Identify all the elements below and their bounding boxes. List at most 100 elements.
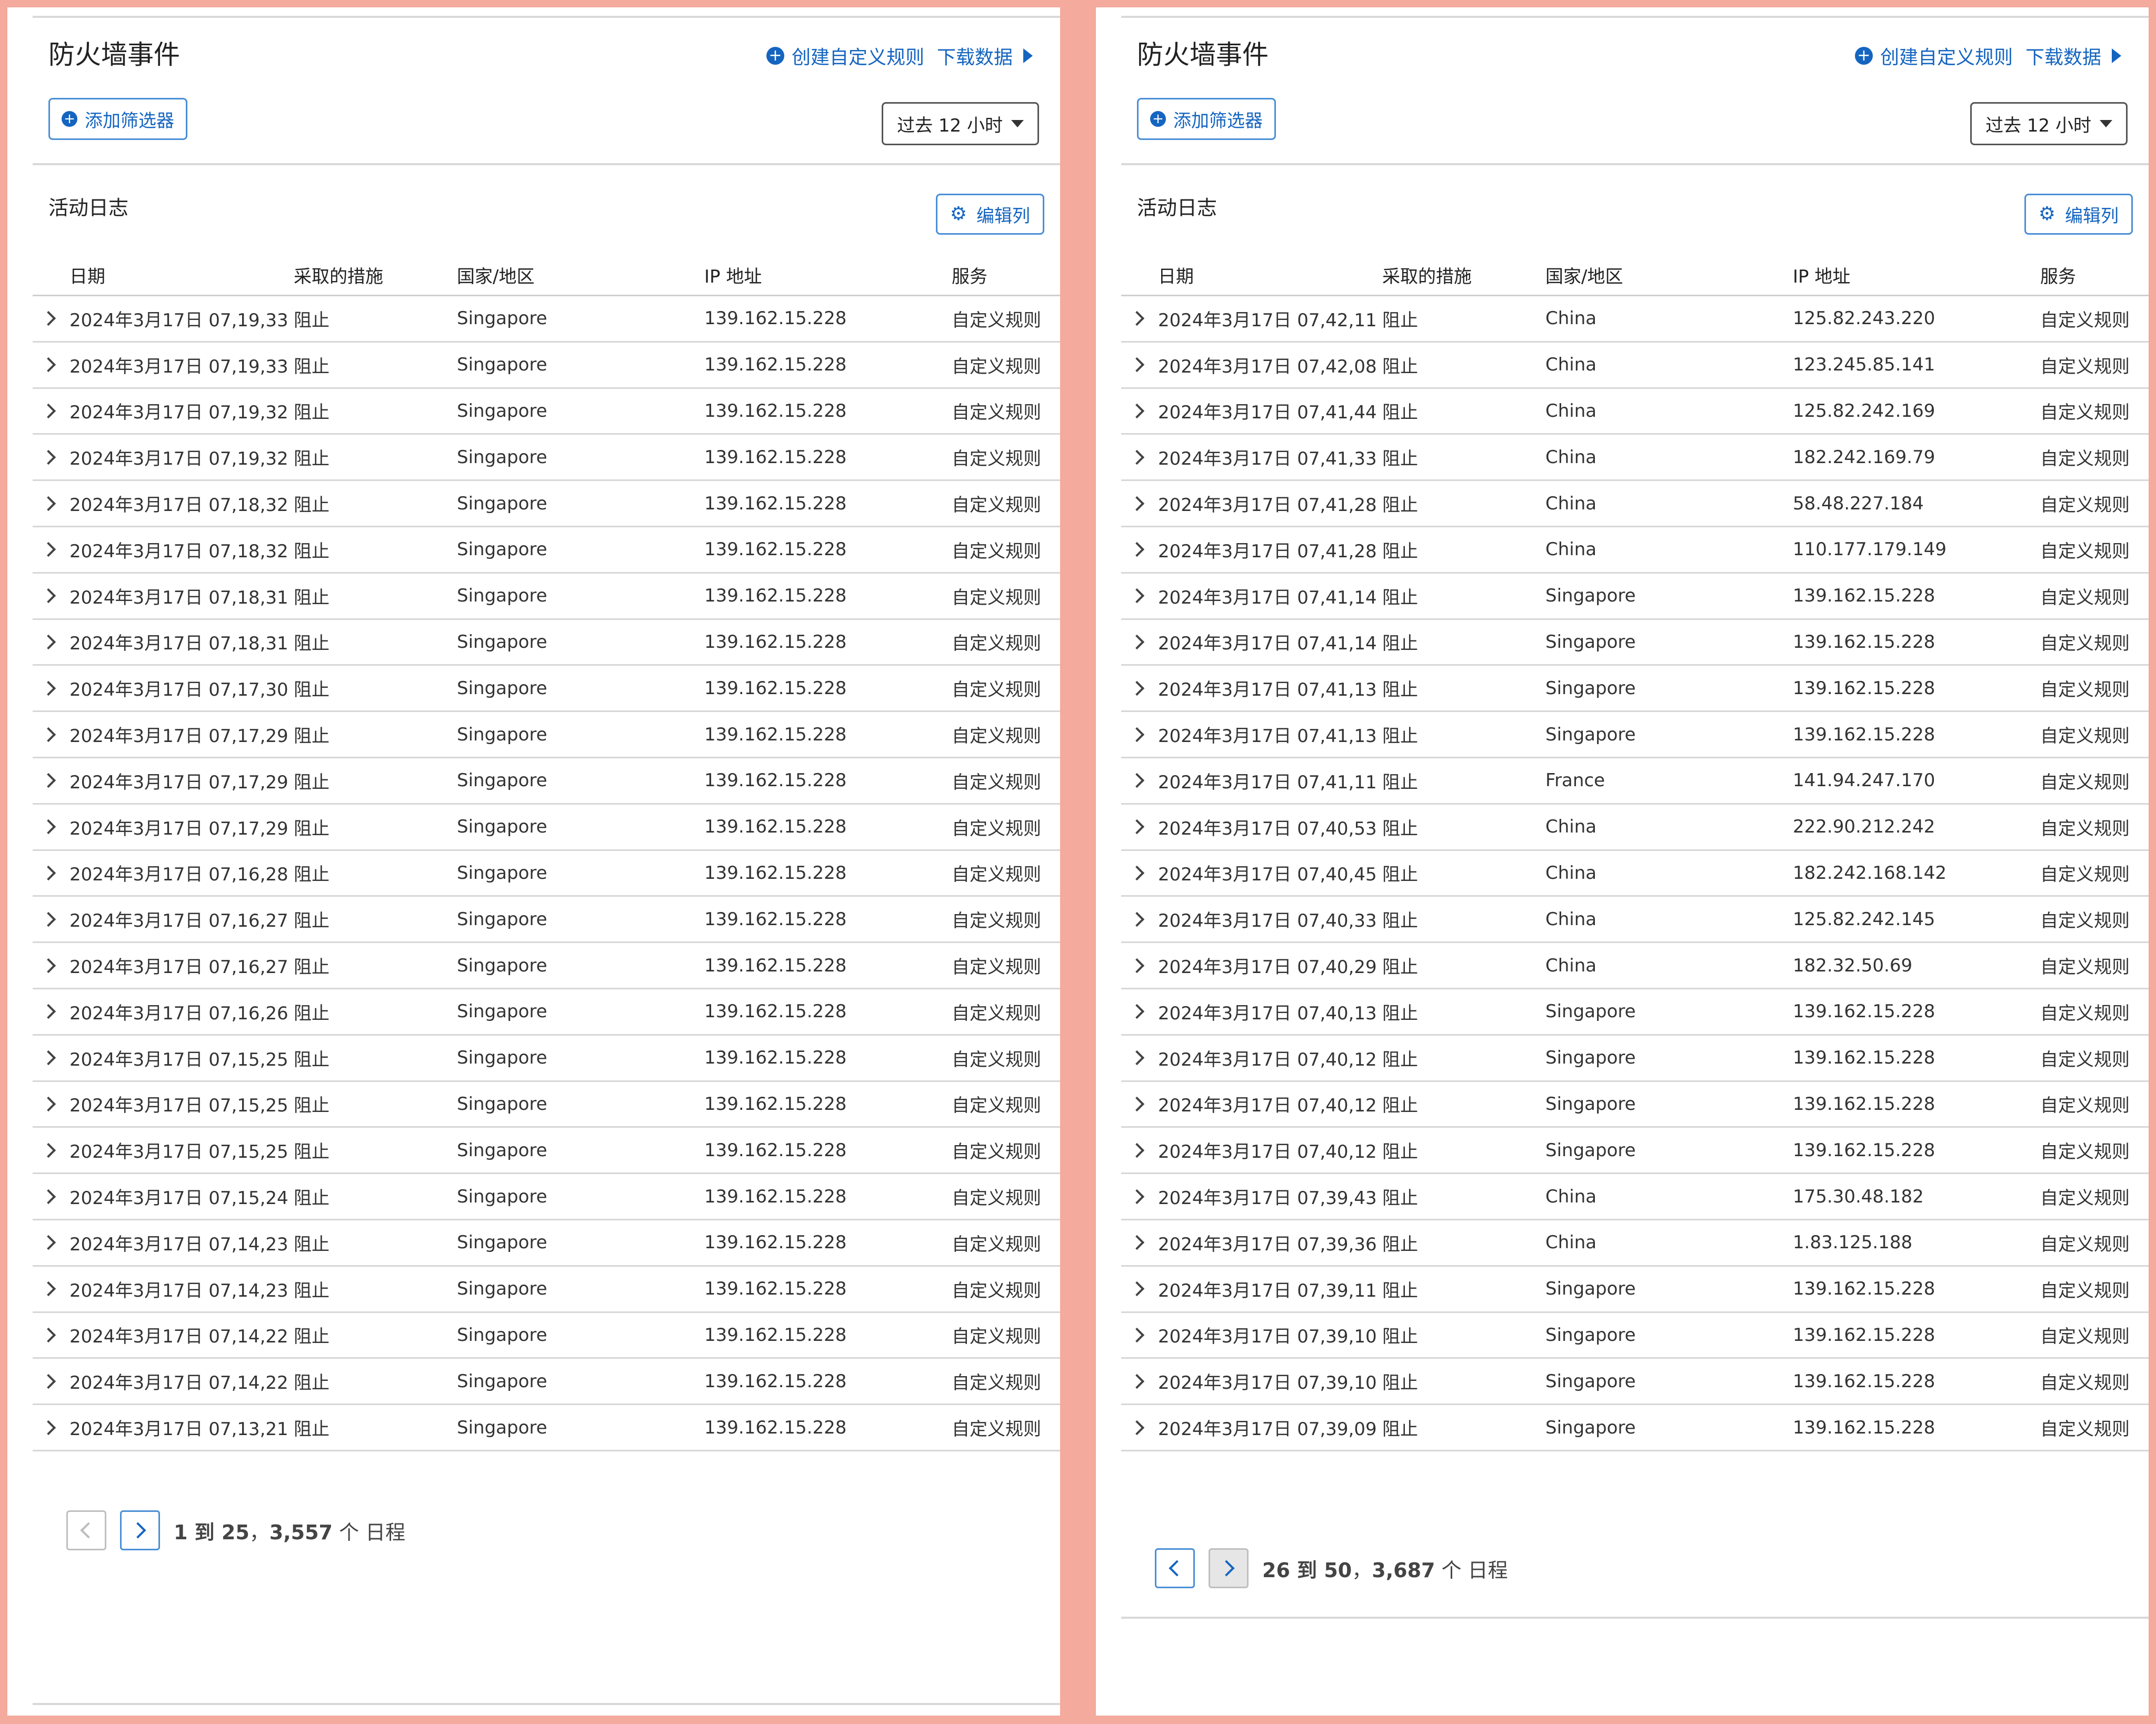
expand-row-toggle[interactable] xyxy=(1121,958,1153,973)
expand-row-toggle[interactable] xyxy=(33,819,64,835)
column-header-country[interactable]: 国家/地区 xyxy=(1545,262,1793,288)
table-row[interactable]: 2024年3月17日 07,19,33 阻止 Singapore 139.162.15… xyxy=(33,343,1060,389)
table-row[interactable]: 2024年3月17日 07,15,25 阻止 Singapore 139.162.15… xyxy=(33,1036,1060,1082)
expand-row-toggle[interactable] xyxy=(33,773,64,788)
column-header-action[interactable]: 采取的措施 xyxy=(1382,262,1545,288)
expand-row-toggle[interactable] xyxy=(33,958,64,973)
table-row[interactable]: 2024年3月17日 07,41,44 阻止 China 125.82.242.169… xyxy=(1121,389,2149,435)
expand-row-toggle[interactable] xyxy=(1121,311,1153,326)
table-row[interactable]: 2024年3月17日 07,17,29 阻止 Singapore 139.162.15… xyxy=(33,712,1060,758)
expand-row-toggle[interactable] xyxy=(1121,1142,1153,1158)
table-row[interactable]: 2024年3月17日 07,15,25 阻止 Singapore 139.162.15… xyxy=(33,1082,1060,1128)
column-header-action[interactable]: 采取的措施 xyxy=(294,262,457,288)
table-row[interactable]: 2024年3月17日 07,16,28 阻止 Singapore 139.162.15… xyxy=(33,851,1060,897)
expand-row-toggle[interactable] xyxy=(33,542,64,557)
expand-row-toggle[interactable] xyxy=(33,403,64,419)
expand-row-toggle[interactable] xyxy=(33,1374,64,1389)
download-data-link[interactable]: 下载数据 xyxy=(937,42,1013,69)
expand-row-toggle[interactable] xyxy=(1121,773,1153,788)
expand-row-toggle[interactable] xyxy=(33,727,64,742)
table-row[interactable]: 2024年3月17日 07,41,28 阻止 China 110.177.179.14… xyxy=(1121,527,2149,574)
table-row[interactable]: 2024年3月17日 07,14,22 阻止 Singapore 139.162.15… xyxy=(33,1359,1060,1406)
table-row[interactable]: 2024年3月17日 07,41,14 阻止 Singapore 139.162.15… xyxy=(1121,620,2149,666)
table-row[interactable]: 2024年3月17日 07,17,29 阻止 Singapore 139.162.15… xyxy=(33,805,1060,851)
expand-row-toggle[interactable] xyxy=(1121,1050,1153,1066)
column-header-country[interactable]: 国家/地区 xyxy=(457,262,704,288)
table-row[interactable]: 2024年3月17日 07,19,33 阻止 Singapore 139.162.15… xyxy=(33,296,1060,343)
prev-page-button[interactable] xyxy=(1155,1548,1195,1588)
edit-columns-button[interactable]: ⚙ 编辑列 xyxy=(935,194,1044,235)
table-row[interactable]: 2024年3月17日 07,41,11 阻止 France 141.94.247.17… xyxy=(1121,758,2149,805)
expand-row-toggle[interactable] xyxy=(33,1142,64,1158)
table-row[interactable]: 2024年3月17日 07,18,32 阻止 Singapore 139.162.15… xyxy=(33,527,1060,574)
expand-row-toggle[interactable] xyxy=(1121,1420,1153,1435)
expand-row-toggle[interactable] xyxy=(33,1281,64,1297)
column-header-service[interactable]: 服务 xyxy=(2040,262,2149,288)
expand-row-toggle[interactable] xyxy=(1121,1189,1153,1204)
expand-row-toggle[interactable] xyxy=(1121,496,1153,511)
expand-row-toggle[interactable] xyxy=(33,911,64,927)
table-row[interactable]: 2024年3月17日 07,18,31 阻止 Singapore 139.162.15… xyxy=(33,620,1060,666)
expand-row-toggle[interactable] xyxy=(1121,1096,1153,1112)
table-row[interactable]: 2024年3月17日 07,14,23 阻止 Singapore 139.162.15… xyxy=(33,1220,1060,1267)
expand-row-toggle[interactable] xyxy=(33,496,64,511)
next-page-button[interactable] xyxy=(120,1510,160,1550)
table-row[interactable]: 2024年3月17日 07,18,32 阻止 Singapore 139.162.15… xyxy=(33,481,1060,527)
table-row[interactable]: 2024年3月17日 07,16,26 阻止 Singapore 139.162.15… xyxy=(33,989,1060,1036)
expand-row-toggle[interactable] xyxy=(1121,911,1153,927)
table-row[interactable]: 2024年3月17日 07,13,21 阻止 Singapore 139.162.15… xyxy=(33,1405,1060,1451)
expand-row-toggle[interactable] xyxy=(1121,588,1153,604)
expand-row-toggle[interactable] xyxy=(1121,634,1153,650)
column-header-ip[interactable]: IP 地址 xyxy=(1793,262,2040,288)
expand-row-toggle[interactable] xyxy=(1121,449,1153,465)
table-row[interactable]: 2024年3月17日 07,40,45 阻止 China 182.242.168.14… xyxy=(1121,851,2149,897)
expand-row-toggle[interactable] xyxy=(1121,1374,1153,1389)
table-row[interactable]: 2024年3月17日 07,39,36 阻止 China 1.83.125.188 自定… xyxy=(1121,1220,2149,1267)
table-row[interactable]: 2024年3月17日 07,16,27 阻止 Singapore 139.162.15… xyxy=(33,943,1060,989)
table-row[interactable]: 2024年3月17日 07,39,10 阻止 Singapore 139.162.15… xyxy=(1121,1359,2149,1406)
expand-row-toggle[interactable] xyxy=(33,1189,64,1204)
add-filter-button[interactable]: + 添加筛选器 xyxy=(1137,98,1276,140)
expand-row-toggle[interactable] xyxy=(33,357,64,373)
table-row[interactable]: 2024年3月17日 07,18,31 阻止 Singapore 139.162.15… xyxy=(33,574,1060,620)
table-row[interactable]: 2024年3月17日 07,41,33 阻止 China 182.242.169.79… xyxy=(1121,435,2149,482)
column-header-date[interactable]: 日期 xyxy=(1153,262,1382,288)
expand-row-toggle[interactable] xyxy=(33,1096,64,1112)
table-row[interactable]: 2024年3月17日 07,40,33 阻止 China 125.82.242.145… xyxy=(1121,897,2149,944)
table-row[interactable]: 2024年3月17日 07,40,12 阻止 Singapore 139.162.15… xyxy=(1121,1128,2149,1175)
table-row[interactable]: 2024年3月17日 07,42,11 阻止 China 125.82.243.220… xyxy=(1121,296,2149,343)
expand-row-toggle[interactable] xyxy=(1121,542,1153,557)
download-data-link[interactable]: 下载数据 xyxy=(2025,42,2101,69)
table-row[interactable]: 2024年3月17日 07,17,29 阻止 Singapore 139.162.15… xyxy=(33,758,1060,805)
expand-row-toggle[interactable] xyxy=(33,1235,64,1250)
table-row[interactable]: 2024年3月17日 07,39,11 阻止 Singapore 139.162.15… xyxy=(1121,1267,2149,1313)
column-header-date[interactable]: 日期 xyxy=(64,262,294,288)
table-row[interactable]: 2024年3月17日 07,39,43 阻止 China 175.30.48.182 自… xyxy=(1121,1174,2149,1220)
expand-row-toggle[interactable] xyxy=(1121,1235,1153,1250)
expand-row-toggle[interactable] xyxy=(33,634,64,650)
expand-row-toggle[interactable] xyxy=(33,449,64,465)
edit-columns-button[interactable]: ⚙ 编辑列 xyxy=(2024,194,2133,235)
expand-row-toggle[interactable] xyxy=(1121,357,1153,373)
table-row[interactable]: 2024年3月17日 07,15,24 阻止 Singapore 139.162.15… xyxy=(33,1174,1060,1220)
table-row[interactable]: 2024年3月17日 07,41,13 阻止 Singapore 139.162.15… xyxy=(1121,712,2149,758)
create-custom-rule-link[interactable]: 创建自定义规则 xyxy=(1880,42,2013,69)
table-row[interactable]: 2024年3月17日 07,41,13 阻止 Singapore 139.162.15… xyxy=(1121,666,2149,713)
table-row[interactable]: 2024年3月17日 07,40,12 阻止 Singapore 139.162.15… xyxy=(1121,1082,2149,1128)
expand-row-toggle[interactable] xyxy=(1121,403,1153,419)
table-row[interactable]: 2024年3月17日 07,17,30 阻止 Singapore 139.162.15… xyxy=(33,666,1060,713)
expand-row-toggle[interactable] xyxy=(33,1420,64,1435)
table-row[interactable]: 2024年3月17日 07,14,22 阻止 Singapore 139.162.15… xyxy=(33,1313,1060,1359)
column-header-service[interactable]: 服务 xyxy=(952,262,1060,288)
table-row[interactable]: 2024年3月17日 07,41,14 阻止 Singapore 139.162.15… xyxy=(1121,574,2149,620)
table-row[interactable]: 2024年3月17日 07,39,09 阻止 Singapore 139.162.15… xyxy=(1121,1405,2149,1451)
expand-row-toggle[interactable] xyxy=(1121,1327,1153,1343)
expand-row-toggle[interactable] xyxy=(33,680,64,696)
time-range-select[interactable]: 过去 12 小时 xyxy=(882,102,1039,145)
table-row[interactable]: 2024年3月17日 07,19,32 阻止 Singapore 139.162.15… xyxy=(33,435,1060,482)
table-row[interactable]: 2024年3月17日 07,42,08 阻止 China 123.245.85.141… xyxy=(1121,343,2149,389)
table-row[interactable]: 2024年3月17日 07,41,28 阻止 China 58.48.227.184 自… xyxy=(1121,481,2149,527)
expand-row-toggle[interactable] xyxy=(1121,727,1153,742)
expand-row-toggle[interactable] xyxy=(33,311,64,326)
add-filter-button[interactable]: + 添加筛选器 xyxy=(48,98,187,140)
